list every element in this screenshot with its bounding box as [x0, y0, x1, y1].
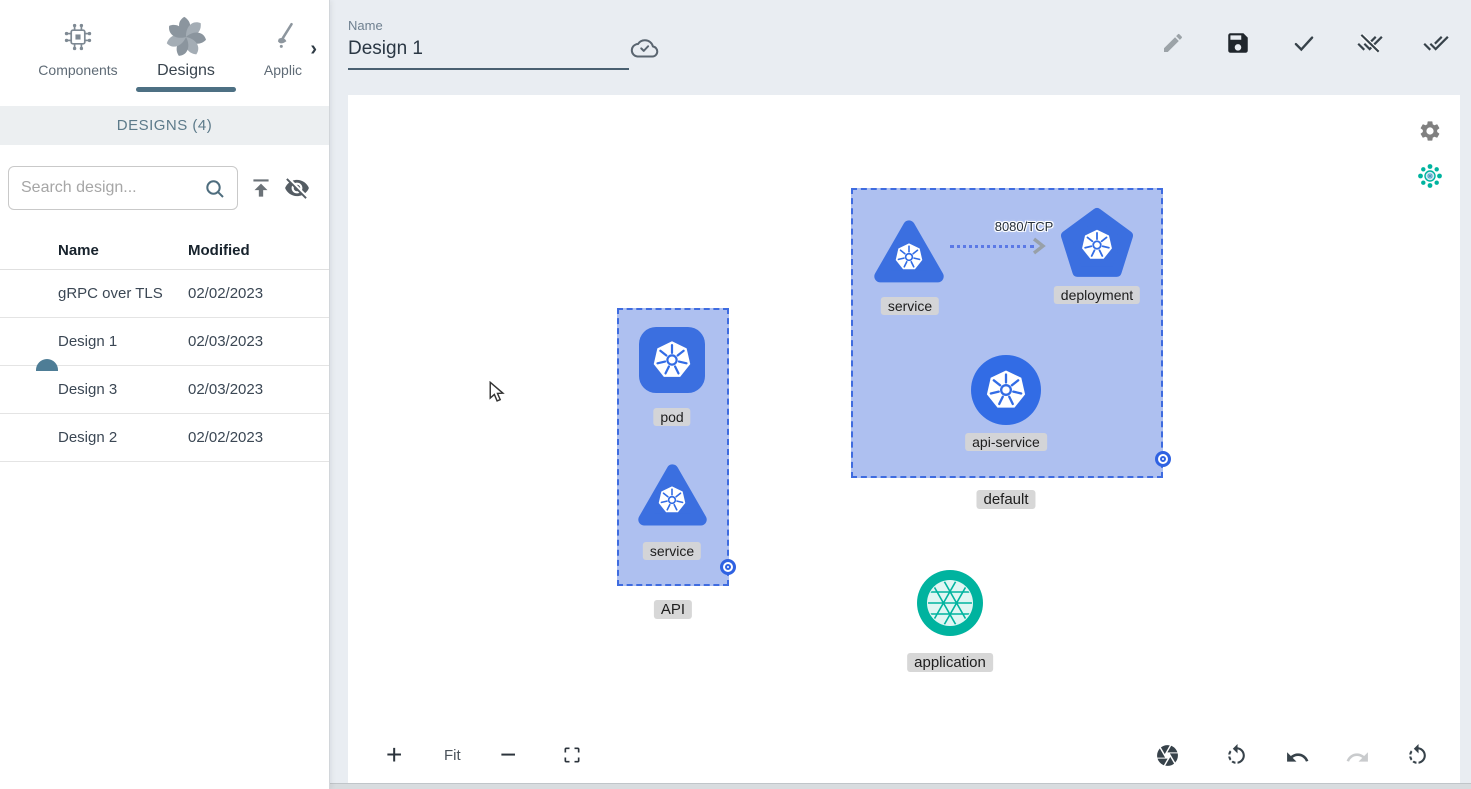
design-header: Name: [330, 0, 1471, 95]
search-row: [8, 166, 321, 210]
search-box: [8, 166, 238, 210]
node-service-default[interactable]: [872, 218, 946, 283]
tab-label: Designs: [157, 62, 215, 80]
aperture-icon[interactable]: [1155, 743, 1180, 768]
bottom-strip: [330, 783, 1471, 789]
design-name: Design 3: [58, 381, 188, 398]
gear-icon[interactable]: [1418, 119, 1442, 143]
kubernetes-wheel-icon: [656, 484, 688, 516]
app-root: Components: [0, 0, 1471, 789]
kubernetes-wheel-icon: [893, 241, 925, 273]
design-modified: 02/02/2023: [188, 429, 329, 446]
cloud-check-icon[interactable]: [630, 36, 660, 62]
edit-pencil-icon[interactable]: [1161, 31, 1185, 55]
reset-icon[interactable]: [1405, 743, 1430, 768]
design-name: Design 1: [58, 333, 188, 350]
kubernetes-wheel-icon: [1079, 227, 1115, 263]
node-label-application: application: [907, 653, 993, 672]
rotate-left-icon[interactable]: [1224, 743, 1249, 768]
deploy-double-check-icon[interactable]: [1423, 30, 1449, 56]
edge-arrowhead: [1032, 237, 1046, 255]
design-modified: 02/02/2023: [188, 285, 329, 302]
node-pod[interactable]: [639, 327, 705, 393]
components-icon: [61, 14, 95, 60]
design-name: Design 2: [58, 429, 188, 446]
design-name-input[interactable]: [348, 38, 629, 70]
visibility-off-icon[interactable]: [284, 175, 310, 201]
column-header-modified: Modified: [188, 242, 329, 259]
upload-icon[interactable]: [248, 175, 274, 201]
column-header-name: Name: [58, 242, 188, 259]
table-header-row: Name Modified: [0, 232, 329, 270]
search-icon: [203, 177, 227, 201]
node-label-pod: pod: [653, 408, 690, 426]
kubernetes-wheel-icon: [983, 367, 1029, 413]
kubernetes-wheel-icon: [650, 338, 694, 382]
header-actions: [1161, 30, 1449, 56]
history-toolbar: [348, 743, 1460, 771]
design-canvas[interactable]: pod service API service: [348, 95, 1460, 783]
validate-check-icon[interactable]: [1291, 30, 1317, 56]
table-row[interactable]: Design 3 02/03/2023: [0, 366, 329, 414]
chevron-right-icon[interactable]: ›: [310, 38, 317, 61]
applications-icon: [266, 14, 300, 60]
tab-label: Applic: [264, 62, 302, 78]
group-label-api: API: [654, 600, 692, 619]
design-modified: 02/03/2023: [188, 333, 329, 350]
node-service-api[interactable]: [636, 462, 709, 526]
designs-section-header: DESIGNS (4): [0, 106, 329, 145]
edge-service-deployment[interactable]: [950, 245, 1034, 248]
meshery-application-icon: [926, 579, 974, 627]
table-row[interactable]: Design 2 02/02/2023: [0, 414, 329, 462]
undo-icon[interactable]: [1285, 745, 1310, 770]
sidebar: Components: [0, 0, 330, 789]
node-api-service[interactable]: [971, 355, 1041, 425]
tab-designs[interactable]: Designs: [132, 0, 240, 95]
mouse-cursor: [488, 381, 508, 403]
sidebar-tabs: Components: [0, 0, 329, 95]
node-label-api-service: api-service: [965, 433, 1047, 451]
node-deployment[interactable]: [1060, 207, 1134, 281]
edge-label: 8080/TCP: [995, 219, 1054, 234]
node-label-service: service: [881, 297, 939, 315]
design-modified: 02/03/2023: [188, 381, 329, 398]
tab-components[interactable]: Components: [24, 0, 132, 95]
redo-icon[interactable]: [1345, 745, 1370, 770]
designs-spiral-icon: [163, 14, 209, 60]
group-resize-handle[interactable]: [720, 559, 736, 575]
designs-table: Name Modified gRPC over TLS 02/02/2023 D…: [0, 232, 329, 462]
tab-label: Components: [38, 62, 117, 78]
meshery-component-icon[interactable]: [1417, 163, 1443, 189]
name-field-label: Name: [348, 18, 383, 33]
undeploy-double-check-slash-icon[interactable]: [1357, 30, 1383, 56]
node-label-deployment: deployment: [1054, 286, 1140, 304]
table-row[interactable]: gRPC over TLS 02/02/2023: [0, 270, 329, 318]
node-application[interactable]: [917, 570, 983, 636]
group-label-default: default: [976, 490, 1035, 509]
group-resize-handle[interactable]: [1155, 451, 1171, 467]
save-icon[interactable]: [1225, 30, 1251, 56]
main-area: Name: [330, 0, 1471, 789]
node-label-service: service: [643, 542, 701, 560]
design-name: gRPC over TLS: [58, 285, 188, 302]
